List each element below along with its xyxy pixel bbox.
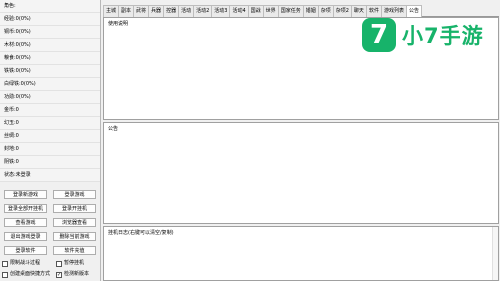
software-recharge-button[interactable]: 软件充值 bbox=[53, 246, 96, 255]
tab-bar: 主城 副本 武将 兵器 控器 活动 活动2 活动3 活动4 国战 世界 国家任务 婚姻 杂项 杂项2 聊天 软件… bbox=[103, 5, 499, 17]
login-auto-button[interactable]: 登录开挂机 bbox=[53, 204, 96, 213]
desktop-shortcut-label: 创建桌面快捷方式 bbox=[10, 271, 51, 277]
tab-item[interactable]: 公告 bbox=[405, 5, 422, 17]
left-sidebar: 角色: 经验:0(0%) 铜币:0(0%) 木材:0(0%) 粮食:0(0%) 铁铁:0(… bbox=[0, 0, 101, 281]
stat-row: 角色: bbox=[0, 0, 100, 13]
browser-view-button[interactable]: 浏览器查看 bbox=[53, 218, 96, 227]
tab-item[interactable]: 杂项2 bbox=[332, 5, 352, 17]
tab-item[interactable]: 活动 bbox=[178, 5, 195, 17]
notice-label: 公告 bbox=[107, 125, 120, 132]
tab-item[interactable]: 国家任务 bbox=[277, 5, 304, 17]
logout-game-button[interactable]: 退出游戏登录 bbox=[4, 232, 47, 241]
logo-text: 小7手游 bbox=[402, 24, 484, 48]
check-update-label: 检测新版本 bbox=[64, 271, 90, 277]
pause-auto-label: 暂停挂机 bbox=[64, 260, 85, 266]
stat-row: 木材:0(0%) bbox=[0, 39, 100, 52]
desktop-shortcut-box[interactable] bbox=[2, 271, 8, 278]
brand-logo: 7 小7手游 bbox=[362, 18, 490, 52]
notice-panel[interactable]: 公告 bbox=[103, 122, 499, 224]
limit-battle-label: 限制战斗过程 bbox=[10, 260, 41, 266]
login-software-button[interactable]: 登录软件 bbox=[4, 246, 47, 255]
stat-row: 丝绸:0 bbox=[0, 130, 100, 143]
stat-row: 金币:0 bbox=[0, 104, 100, 117]
tab-item[interactable]: 控器 bbox=[163, 5, 180, 17]
login-game-button[interactable]: 登录游戏 bbox=[53, 190, 96, 199]
tab-item[interactable]: 活动3 bbox=[211, 5, 231, 17]
stat-list: 角色: 经验:0(0%) 铜币:0(0%) 木材:0(0%) 粮食:0(0%) 铁铁:0(… bbox=[0, 0, 100, 182]
stat-row: 铁铁:0(0%) bbox=[0, 65, 100, 78]
checkbox-row-2: 创建桌面快捷方式 ✓ 检测新版本 bbox=[2, 270, 98, 279]
usage-label: 使用说明 bbox=[107, 20, 130, 27]
tab-item[interactable]: 婚姻 bbox=[302, 5, 319, 17]
stat-row: 幻玉:0 bbox=[0, 117, 100, 130]
tab-item[interactable]: 活动4 bbox=[229, 5, 249, 17]
delete-game-button[interactable]: 删除当前游戏 bbox=[53, 232, 96, 241]
tab-item[interactable]: 游戏列表 bbox=[380, 5, 407, 17]
logo-mark-icon: 7 bbox=[362, 18, 396, 52]
limit-battle-checkbox[interactable]: 限制战斗过程 bbox=[2, 259, 40, 268]
log-label: 挂机日志(右键可以清空/复制) bbox=[107, 229, 175, 236]
limit-battle-box[interactable] bbox=[2, 260, 8, 267]
login-new-game-button[interactable]: 登录新游戏 bbox=[4, 190, 47, 199]
login-all-auto-button[interactable]: 登录全部开挂机 bbox=[4, 204, 47, 213]
stat-row: 白绿铁:0(0%) bbox=[0, 78, 100, 91]
pause-auto-box[interactable] bbox=[56, 260, 62, 267]
tab-item[interactable]: 聊天 bbox=[350, 5, 367, 17]
stat-row: 铜币:0(0%) bbox=[0, 26, 100, 39]
tab-item[interactable]: 武将 bbox=[133, 5, 150, 17]
stat-row: 粮食:0(0%) bbox=[0, 52, 100, 65]
tab-item[interactable]: 世界 bbox=[262, 5, 279, 17]
stat-row: 状态:未登录 bbox=[0, 169, 100, 182]
stat-row: 经验:0(0%) bbox=[0, 13, 100, 26]
tab-item[interactable]: 国战 bbox=[247, 5, 264, 17]
checkbox-row-1: 限制战斗过程 暂停挂机 bbox=[2, 259, 98, 268]
tab-item[interactable]: 主城 bbox=[103, 5, 120, 17]
log-scrollbar[interactable] bbox=[492, 227, 498, 280]
desktop-shortcut-checkbox[interactable]: 创建桌面快捷方式 bbox=[2, 270, 50, 279]
stat-row: 功勋:0(0%) bbox=[0, 91, 100, 104]
pause-auto-checkbox[interactable]: 暂停挂机 bbox=[56, 259, 84, 268]
tab-item[interactable]: 软件 bbox=[365, 5, 382, 17]
check-update-box[interactable]: ✓ bbox=[56, 271, 62, 278]
check-update-checkbox[interactable]: ✓ 检测新版本 bbox=[56, 270, 89, 279]
view-game-button[interactable]: 查看游戏 bbox=[4, 218, 47, 227]
stat-row: 封地:0 bbox=[0, 143, 100, 156]
tab-item[interactable]: 活动2 bbox=[193, 5, 213, 17]
tab-item[interactable]: 杂项 bbox=[317, 5, 334, 17]
tab-item[interactable]: 副本 bbox=[118, 5, 135, 17]
log-panel[interactable]: 挂机日志(右键可以清空/复制) bbox=[103, 226, 499, 281]
stat-row: 阴铁:0 bbox=[0, 156, 100, 169]
tab-item[interactable]: 兵器 bbox=[148, 5, 165, 17]
